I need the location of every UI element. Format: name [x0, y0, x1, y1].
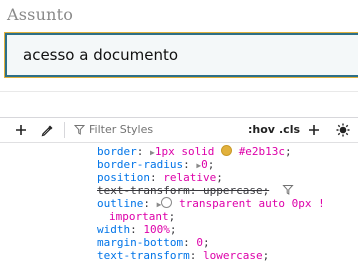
sun-icon — [336, 123, 350, 137]
class-toggle[interactable]: .cls — [279, 123, 300, 136]
page-area: Assunto acesso a documento — [0, 0, 358, 117]
decl-border-radius[interactable]: border-radius: ▶0; — [97, 158, 214, 171]
subject-input-value: acesso a documento — [23, 46, 179, 64]
decl-margin-bottom[interactable]: margin-bottom: 0; — [97, 236, 210, 249]
devtools-rules-panel: Filter Styles :hov .cls border: ▶1px sol… — [0, 117, 358, 274]
decl-width[interactable]: width: 100%; — [97, 223, 177, 236]
add-rule-button[interactable] — [12, 121, 30, 139]
toolbar-separator — [64, 122, 65, 138]
eyedropper-icon — [41, 125, 52, 136]
subject-label: Assunto — [7, 5, 74, 24]
decl-border[interactable]: border: ▶1px solid #e2b13c; — [97, 145, 292, 158]
filter-icon — [74, 125, 85, 135]
rules-toolbar: Filter Styles :hov .cls — [0, 118, 358, 143]
divider — [0, 91, 358, 92]
light-theme-button[interactable] — [334, 121, 352, 139]
new-rule-button[interactable] — [305, 121, 323, 139]
hover-state-toggle[interactable]: :hov — [248, 123, 275, 136]
css-declarations: border: ▶1px solid #e2b13c; border-radiu… — [0, 143, 358, 273]
plus-icon — [309, 125, 319, 135]
decl-outline-important: important; — [109, 210, 176, 223]
eyedropper-button[interactable] — [38, 121, 56, 139]
filter-styles-input[interactable]: Filter Styles — [89, 123, 153, 136]
decl-outline[interactable]: outline: ▶ transparent auto 0px ! — [97, 197, 325, 210]
subject-input[interactable]: acesso a documento — [4, 32, 358, 78]
filter-icon[interactable] — [282, 184, 294, 195]
decl-position[interactable]: position: relative; — [97, 171, 223, 184]
color-swatch-icon[interactable] — [161, 197, 173, 208]
color-swatch-icon[interactable] — [221, 145, 233, 156]
plus-icon — [16, 125, 26, 135]
decl-text-transform[interactable]: text-transform: lowercase; — [97, 249, 269, 262]
decl-text-transform-overridden[interactable]: text-transform: uppercase; — [97, 184, 294, 197]
